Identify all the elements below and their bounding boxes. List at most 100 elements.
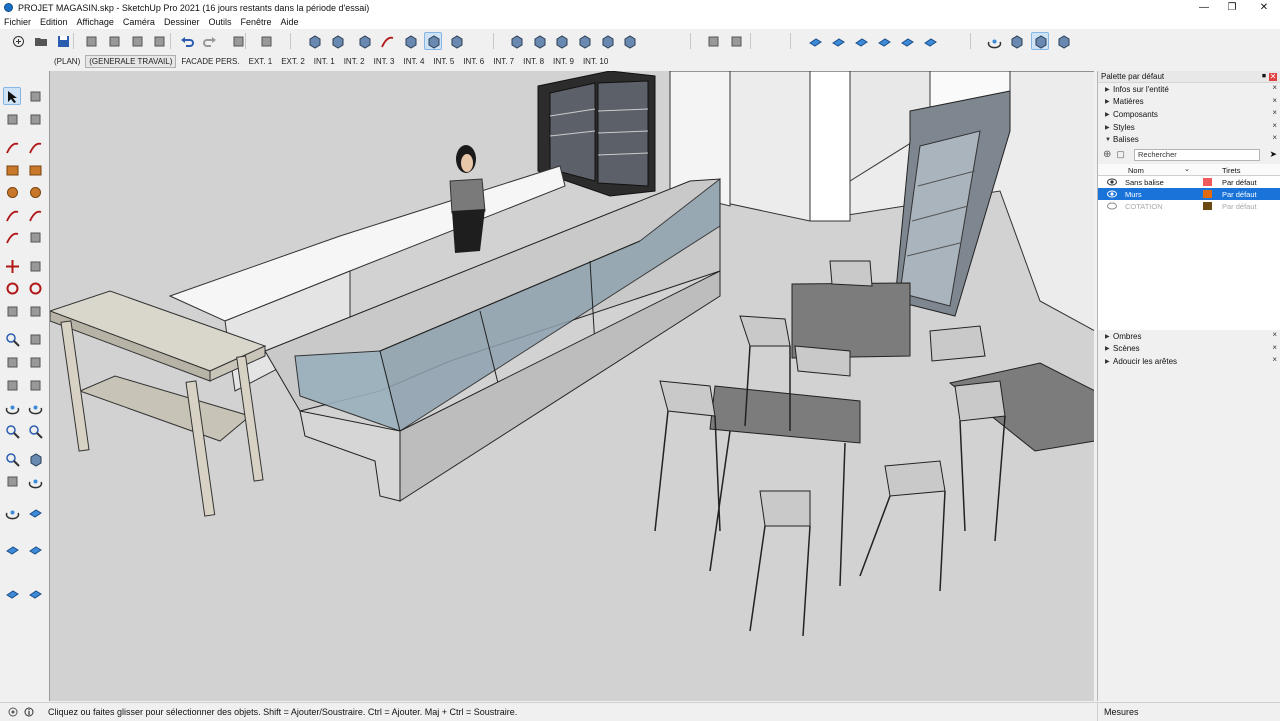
eraser-icon[interactable] <box>26 110 44 128</box>
details-arrow-icon[interactable]: ➤ <box>1269 149 1277 160</box>
erase-icon[interactable] <box>150 32 168 50</box>
style-3-icon[interactable] <box>1054 32 1072 50</box>
scene-tab-plan[interactable]: (PLAN) <box>50 55 84 68</box>
sandbox-drape-icon[interactable] <box>3 584 21 602</box>
add-tag-icon[interactable]: ⊕ <box>1103 149 1111 160</box>
right-view-icon[interactable] <box>575 32 593 50</box>
zoom-extents-icon[interactable] <box>3 450 21 468</box>
orbit-icon[interactable] <box>3 398 21 416</box>
maximize-icon[interactable]: ❐ <box>1216 0 1248 15</box>
two-point-arc-icon[interactable] <box>26 206 44 224</box>
add-folder-icon[interactable]: ▢ <box>1116 149 1125 160</box>
protractor-icon[interactable] <box>3 353 21 371</box>
section-scenes[interactable]: ▶ Scènes × <box>1098 343 1280 356</box>
new-icon[interactable] <box>9 32 27 50</box>
visible-eye-icon[interactable] <box>1107 178 1117 186</box>
position-camera-icon[interactable] <box>3 472 21 490</box>
col-dashes[interactable]: Tirets <box>1222 166 1240 175</box>
scene-tab-int5[interactable]: INT. 5 <box>429 55 458 68</box>
scene-tab-int3[interactable]: INT. 3 <box>370 55 399 68</box>
copy-icon[interactable] <box>105 32 123 50</box>
tag-row-cotation[interactable]: COTATION Par défaut <box>1098 199 1280 212</box>
zoom-icon[interactable] <box>3 422 21 440</box>
zoom-window-icon[interactable] <box>26 422 44 440</box>
close-icon[interactable]: × <box>1272 108 1277 117</box>
scene-tab-int4[interactable]: INT. 4 <box>400 55 429 68</box>
pin-icon[interactable]: ⏹ <box>1262 71 1266 81</box>
three-point-arc-icon[interactable] <box>3 228 21 246</box>
move-icon[interactable] <box>3 257 21 275</box>
component-icon[interactable] <box>26 87 44 105</box>
wireframe-icon[interactable] <box>355 32 373 50</box>
orbit-icon[interactable] <box>985 32 1003 50</box>
scene-tab-generale-travail[interactable]: (GENERALE TRAVAIL) <box>85 55 177 68</box>
rotated-rectangle-icon[interactable] <box>26 161 44 179</box>
menu-fenetre[interactable]: Fenêtre <box>240 17 271 27</box>
close-icon[interactable]: × <box>1272 83 1277 92</box>
tag-row-murs[interactable]: Murs Par défaut <box>1098 187 1280 200</box>
info-icon[interactable] <box>24 707 34 717</box>
tag-row-sans-balise[interactable]: Sans balise Par défaut <box>1098 175 1280 188</box>
close-icon[interactable]: × <box>1272 343 1277 352</box>
3d-text-icon[interactable] <box>26 376 44 394</box>
shaded-textures-icon[interactable] <box>424 32 442 50</box>
close-icon[interactable]: × <box>1272 133 1277 142</box>
paint-bucket-icon[interactable] <box>3 110 21 128</box>
top-view-icon[interactable] <box>530 32 548 50</box>
section-cuts-icon[interactable] <box>852 32 870 50</box>
paste-icon[interactable] <box>128 32 146 50</box>
look-around-icon[interactable] <box>26 472 44 490</box>
close-icon[interactable]: ✕ <box>1248 0 1280 15</box>
polygon-icon[interactable] <box>26 183 44 201</box>
tag-search-input[interactable]: Rechercher <box>1134 148 1260 161</box>
scene-tab-ext1[interactable]: EXT. 1 <box>245 55 277 68</box>
hidden-line-icon[interactable] <box>378 32 396 50</box>
menu-affichage[interactable]: Affichage <box>77 17 114 27</box>
follow-me-icon[interactable] <box>26 279 44 297</box>
menu-camera[interactable]: Caméra <box>123 17 155 27</box>
style-1-icon[interactable] <box>1007 32 1025 50</box>
cut-icon[interactable] <box>82 32 100 50</box>
menu-dessiner[interactable]: Dessiner <box>164 17 200 27</box>
dimension-icon[interactable] <box>26 330 44 348</box>
section-components[interactable]: ▶ Composants × <box>1098 108 1280 121</box>
walk-icon[interactable] <box>3 503 21 521</box>
section-a-icon[interactable] <box>898 32 916 50</box>
geolocation-icon[interactable] <box>8 707 18 717</box>
tag-color-swatch[interactable] <box>1203 177 1212 186</box>
section-soften-edges[interactable]: ▶ Adoucir les arêtes × <box>1098 355 1280 368</box>
section-styles[interactable]: ▶ Styles × <box>1098 121 1280 134</box>
front-view-icon[interactable] <box>552 32 570 50</box>
offset-icon[interactable] <box>26 302 44 320</box>
back-edges-icon[interactable] <box>328 32 346 50</box>
style-2-icon[interactable] <box>1031 32 1049 50</box>
sort-chevron-icon[interactable]: ⌄ <box>1184 165 1190 173</box>
close-icon[interactable]: × <box>1272 330 1277 339</box>
select-icon[interactable] <box>3 87 21 105</box>
section-entity-info[interactable]: ▶ Infos sur l'entité × <box>1098 83 1280 96</box>
open-icon[interactable] <box>32 32 50 50</box>
sandbox-flip-icon[interactable] <box>26 584 44 602</box>
scale-icon[interactable] <box>3 302 21 320</box>
scene-tab-facade[interactable]: FACADE PERS. <box>177 55 243 68</box>
xray-icon[interactable] <box>305 32 323 50</box>
tape-measure-icon[interactable] <box>3 330 21 348</box>
warehouse-icon[interactable] <box>704 32 722 50</box>
save-icon[interactable] <box>54 32 72 50</box>
back-view-icon[interactable] <box>598 32 616 50</box>
sandbox-stamp-icon[interactable] <box>26 540 44 558</box>
tag-color-swatch[interactable] <box>1203 201 1212 210</box>
push-pull-icon[interactable] <box>26 257 44 275</box>
section-fill-icon[interactable] <box>875 32 893 50</box>
extension-icon[interactable] <box>727 32 745 50</box>
close-icon[interactable]: × <box>1272 121 1277 130</box>
menu-edition[interactable]: Edition <box>40 17 68 27</box>
model-viewport[interactable] <box>49 71 1094 701</box>
menu-fichier[interactable]: Fichier <box>4 17 31 27</box>
left-view-icon[interactable] <box>620 32 638 50</box>
section-plane-icon[interactable] <box>26 503 44 521</box>
section-display-icon[interactable] <box>829 32 847 50</box>
arc-icon[interactable] <box>3 206 21 224</box>
iso-view-icon[interactable] <box>507 32 525 50</box>
menu-aide[interactable]: Aide <box>281 17 299 27</box>
